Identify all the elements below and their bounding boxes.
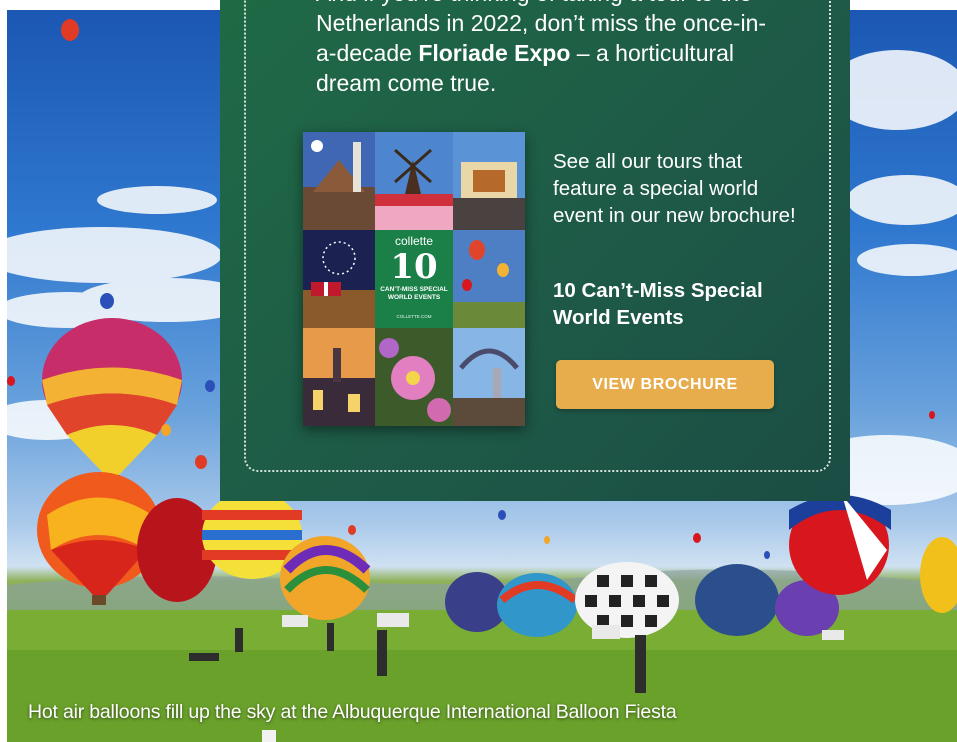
cover-tile-building — [453, 132, 525, 230]
promo-card: And if you’re thinking of taking a tour … — [220, 0, 850, 501]
cover-number: 10 — [390, 246, 438, 287]
brochure-description: See all our tours that feature a special… — [553, 150, 796, 227]
collette-logo: collette — [394, 233, 434, 248]
cover-subtitle: CAN’T-MISS SPECIAL WORLD EVENTS — [380, 285, 448, 301]
intro-paragraph: And if you’re thinking of taking a tour … — [316, 0, 786, 98]
brochure-cover-image[interactable]: collette 10 CAN’T-MISS SPECIAL WORLD EVE… — [303, 132, 525, 426]
cover-title-panel: collette 10 CAN’T-MISS SPECIAL WORLD EVE… — [375, 230, 453, 328]
cover-tile-flowers — [375, 328, 453, 426]
cover-url: COLLETTE.COM — [396, 313, 432, 319]
cover-tile-fireworks — [303, 230, 375, 328]
cover-tile-city — [303, 328, 375, 426]
cover-tile-festival — [453, 328, 525, 426]
cover-tile-village — [303, 132, 375, 230]
cover-tile-balloons — [453, 230, 525, 328]
photo-caption: Hot air balloons fill up the sky at the … — [28, 701, 677, 723]
brochure-title: 10 Can’t-Miss Special World Events — [553, 279, 763, 329]
floriade-highlight: Floriade Expo — [418, 40, 571, 66]
view-brochure-button[interactable]: VIEW BROCHURE — [556, 360, 774, 409]
cover-tile-windmill — [375, 132, 453, 230]
